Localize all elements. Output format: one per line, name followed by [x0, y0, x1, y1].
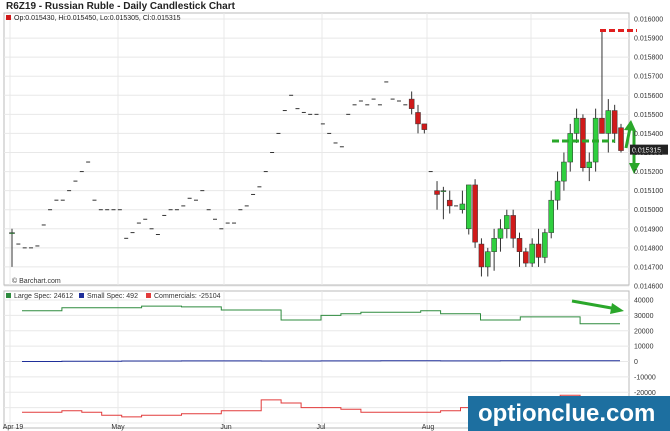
cot-legend: Large Spec: 24612 Small Spec: 492 Commerci…	[6, 293, 221, 300]
candle-up	[567, 133, 573, 163]
price-y-tick-label: 0.016000	[634, 17, 663, 24]
price-y-tick-label: 0.015600	[634, 93, 663, 100]
cot-y-tick-label: 30000	[634, 313, 654, 320]
candle-up	[440, 190, 447, 192]
price-y-tick-label: 0.015300	[634, 150, 663, 157]
price-y-tick-label: 0.015200	[634, 169, 663, 176]
candle-down	[510, 215, 516, 239]
candle-up	[9, 232, 15, 234]
x-tick-label: Jun	[220, 424, 231, 431]
cot-legend-swatch	[146, 293, 151, 298]
chart-title: R6Z19 - Russian Ruble - Daily Candlestic…	[6, 1, 236, 12]
candle-down	[599, 117, 605, 134]
candle-up	[605, 110, 612, 134]
candle-down	[434, 190, 440, 195]
price-y-tick-label: 0.015100	[634, 188, 663, 195]
price-y-tick-label: 0.015800	[634, 55, 663, 62]
candle-up	[554, 180, 561, 201]
candle-up	[542, 232, 548, 258]
x-tick-label: Jul	[317, 424, 326, 431]
chart-root: R6Z19 - Russian Ruble - Daily Candlestic…	[3, 1, 670, 431]
credit-label: © Barchart.com	[12, 277, 61, 285]
candle-down	[415, 112, 421, 125]
price-y-axis: 0.014600 0.014700 0.014800 0.014900 0.015000…	[634, 17, 663, 291]
candle-down	[472, 184, 478, 243]
candle-down	[421, 123, 428, 130]
candle-down	[478, 243, 485, 268]
candle-down	[618, 127, 624, 151]
watermark: optionclue.com	[478, 400, 655, 427]
ohlc-label: Op:0.015430, Hi:0.015450, Lo:0.015305, C…	[14, 15, 181, 22]
candle-up	[504, 215, 510, 230]
cot-y-tick-label: 0	[634, 359, 638, 366]
candle-up	[497, 228, 504, 239]
cot-y-tick-label: 40000	[634, 298, 654, 305]
cot-legend-swatch	[6, 293, 11, 298]
price-y-tick-label: 0.015700	[634, 74, 663, 81]
candle-up	[466, 184, 472, 230]
price-panel	[3, 12, 630, 286]
cot-legend-label: Commercials: -25104	[154, 293, 221, 300]
cot-y-tick-label: -10000	[634, 374, 656, 381]
candle-down	[535, 243, 542, 258]
price-y-tick-label: 0.015500	[634, 112, 663, 119]
price-y-tick-label: 0.014900	[634, 226, 663, 233]
candle-up	[586, 161, 593, 169]
price-y-tick-label: 0.015900	[634, 36, 663, 43]
candle-down	[580, 117, 586, 169]
price-y-tick-label: 0.014800	[634, 245, 663, 252]
ohlc-swatch	[6, 15, 11, 20]
cot-legend-label: Large Spec: 24612	[14, 293, 73, 300]
cot-legend-swatch	[79, 293, 84, 298]
candle-up	[548, 199, 554, 233]
candle-up	[491, 238, 497, 252]
cot-legend-label: Small Spec: 492	[87, 293, 138, 300]
candle-down	[408, 98, 415, 109]
cot-y-tick-label: 10000	[634, 344, 654, 351]
x-tick-label: Apr 19	[3, 424, 24, 431]
candle-down	[523, 251, 529, 264]
candle-up	[459, 203, 466, 210]
candle-down	[611, 110, 618, 134]
price-y-tick-label: 0.014700	[634, 264, 663, 271]
price-y-tick-label: 0.015000	[634, 207, 663, 214]
x-tick-label: Aug	[422, 424, 435, 431]
candle-up	[529, 243, 535, 264]
candle-down	[516, 238, 523, 252]
cot-y-tick-label: -20000	[634, 390, 656, 397]
candle-up	[573, 117, 580, 134]
candle-up	[485, 251, 491, 268]
price-y-tick-label: 0.015400	[634, 131, 663, 138]
cot-y-tick-label: 20000	[634, 328, 654, 335]
price-y-tick-label: 0.014600	[634, 284, 663, 291]
candle-up	[561, 161, 567, 182]
candle-down	[446, 199, 453, 207]
x-tick-label: May	[111, 424, 125, 431]
